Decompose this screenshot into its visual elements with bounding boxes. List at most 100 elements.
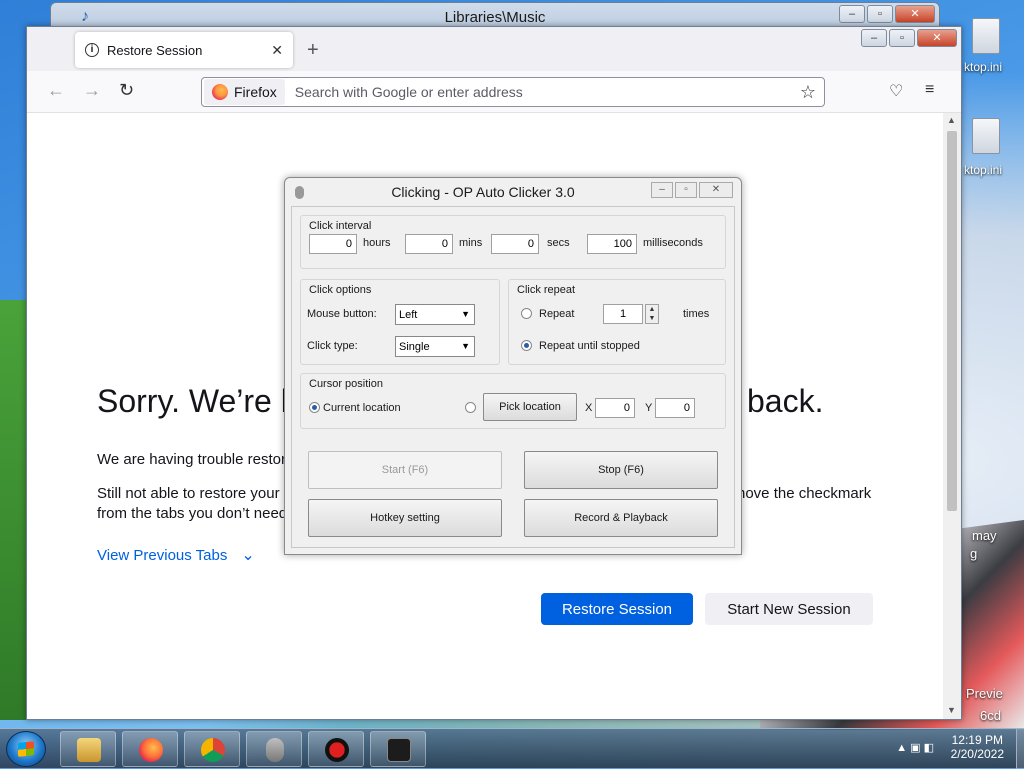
- back-arrow-icon[interactable]: ←: [47, 80, 65, 101]
- page-title-end: back.: [747, 383, 824, 419]
- taskbar-auto-clicker[interactable]: [246, 731, 302, 767]
- cursor-position-group: Cursor position Current location Pick lo…: [300, 373, 726, 429]
- repeat-until-stopped-label: Repeat until stopped: [539, 340, 640, 352]
- firefox-logo-icon: [139, 738, 163, 762]
- repeat-radio[interactable]: [521, 308, 532, 319]
- clock-date: 2/20/2022: [950, 747, 1004, 761]
- hamburger-menu-icon[interactable]: ≡: [925, 81, 934, 99]
- page-title: Sorry. We’re h: [97, 383, 299, 419]
- tab-bar: i Restore Session ✕ + – ▫ ✕: [27, 27, 961, 71]
- nav-bar: ← → ↻ Firefox ☆ ♡ ≡: [27, 71, 961, 113]
- taskbar-recorder[interactable]: [308, 731, 364, 767]
- mins-input[interactable]: 0: [405, 234, 453, 254]
- terminal-icon: [387, 738, 411, 762]
- maximize-button[interactable]: ▫: [867, 5, 893, 23]
- chevron-down-icon: ⌄: [241, 547, 255, 564]
- close-tab-icon[interactable]: ✕: [271, 42, 283, 59]
- secs-input[interactable]: 0: [491, 234, 539, 254]
- mouse-button-select[interactable]: Left ▼: [395, 304, 475, 325]
- clock[interactable]: 12:19 PM 2/20/2022: [951, 733, 1004, 761]
- maximize-button[interactable]: ▫: [675, 182, 697, 198]
- close-button[interactable]: ✕: [699, 182, 733, 198]
- maximize-button[interactable]: ▫: [889, 29, 915, 47]
- view-previous-tabs-link[interactable]: View Previous Tabs ⌄: [97, 545, 255, 565]
- desktop-partial-text: Previe: [966, 686, 1003, 701]
- page-scrollbar[interactable]: ▲ ▼: [943, 113, 961, 719]
- windows-logo-icon: [18, 741, 34, 757]
- info-icon: i: [85, 43, 99, 57]
- minimize-button[interactable]: –: [861, 29, 887, 47]
- start-new-session-button[interactable]: Start New Session: [705, 593, 873, 625]
- hotkey-setting-button[interactable]: Hotkey setting: [308, 499, 502, 537]
- tray-icons[interactable]: ▲ ▣ ◧: [896, 741, 934, 754]
- record-playback-button[interactable]: Record & Playback: [524, 499, 718, 537]
- click-type-label: Click type:: [307, 340, 358, 352]
- scroll-up-icon[interactable]: ▲: [947, 115, 956, 125]
- desktop-file-icon[interactable]: [972, 18, 1000, 54]
- repeat-spinner[interactable]: ▲ ▼: [645, 304, 659, 324]
- mins-label: mins: [459, 237, 483, 249]
- close-button[interactable]: ✕: [895, 5, 935, 23]
- mouse-button-value: Left: [399, 309, 418, 321]
- instruction-paragraph-line2: from the tabs you don’t need: [97, 505, 288, 522]
- pocket-icon[interactable]: ♡: [889, 81, 903, 101]
- show-desktop-button[interactable]: [1016, 729, 1024, 769]
- secs-label: secs: [547, 237, 570, 249]
- taskbar-firefox[interactable]: [122, 731, 178, 767]
- close-button[interactable]: ✕: [917, 29, 957, 47]
- click-repeat-group: Click repeat Repeat 1 ▲ ▼ times Repeat un…: [508, 279, 726, 365]
- minimize-button[interactable]: –: [839, 5, 865, 23]
- identity-badge[interactable]: Firefox: [204, 79, 285, 105]
- minimize-button[interactable]: –: [651, 182, 673, 198]
- repeat-until-stopped-radio[interactable]: [521, 340, 532, 351]
- dialog-titlebar[interactable]: Clicking - OP Auto Clicker 3.0 – ▫ ✕: [285, 178, 741, 206]
- error-paragraph: We are having trouble restor: [97, 451, 286, 468]
- click-type-value: Single: [399, 341, 430, 353]
- restore-session-button[interactable]: Restore Session: [541, 593, 693, 625]
- desktop-file-icon[interactable]: [972, 118, 1000, 154]
- scrollbar-thumb[interactable]: [947, 131, 957, 511]
- taskbar-explorer[interactable]: [60, 731, 116, 767]
- milliseconds-input[interactable]: 100: [587, 234, 637, 254]
- start-button[interactable]: [6, 731, 46, 767]
- pick-location-radio[interactable]: [465, 402, 476, 413]
- identity-badge-label: Firefox: [234, 84, 277, 100]
- group-label: Click interval: [309, 220, 372, 232]
- times-label: times: [683, 308, 710, 320]
- window-title: Libraries\Music: [444, 9, 546, 26]
- taskbar-chrome[interactable]: [184, 731, 240, 767]
- click-type-select[interactable]: Single ▼: [395, 336, 475, 357]
- tab-restore-session[interactable]: i Restore Session ✕: [75, 32, 293, 68]
- taskbar-app[interactable]: [370, 731, 426, 767]
- click-interval-group: Click interval 0 hours 0 mins 0 secs 100…: [300, 215, 726, 269]
- current-location-radio[interactable]: [309, 402, 320, 413]
- dialog-title: Clicking - OP Auto Clicker 3.0: [391, 184, 575, 200]
- clock-time: 12:19 PM: [951, 733, 1003, 747]
- click-options-group: Click options Mouse button: Left ▼ Click…: [300, 279, 500, 365]
- current-location-label: Current location: [323, 402, 401, 414]
- reload-icon[interactable]: ↻: [119, 80, 134, 101]
- hours-input[interactable]: 0: [309, 234, 357, 254]
- firefox-logo-icon: [212, 84, 228, 100]
- url-bar[interactable]: Firefox ☆: [201, 77, 825, 107]
- stop-button[interactable]: Stop (F6): [524, 451, 718, 489]
- desktop-partial-text: may: [972, 528, 997, 543]
- chrome-logo-icon: [201, 738, 225, 762]
- new-tab-icon[interactable]: +: [307, 39, 319, 62]
- forward-arrow-icon[interactable]: →: [83, 80, 101, 101]
- desktop-partial-text: 6cd: [980, 708, 1001, 723]
- address-input[interactable]: [284, 83, 800, 101]
- desktop-partial-text: g: [970, 546, 978, 561]
- bookmark-star-icon[interactable]: ☆: [800, 82, 816, 103]
- y-coordinate-input[interactable]: 0: [655, 398, 695, 418]
- group-label: Click repeat: [517, 284, 576, 296]
- scroll-down-icon[interactable]: ▼: [947, 705, 956, 715]
- x-label: X: [585, 402, 593, 414]
- instruction-paragraph: Still not able to restore your: [97, 485, 280, 502]
- repeat-count-input[interactable]: 1: [603, 304, 643, 324]
- x-coordinate-input[interactable]: 0: [595, 398, 635, 418]
- milliseconds-label: milliseconds: [643, 237, 703, 249]
- start-button[interactable]: Start (F6): [308, 451, 502, 489]
- y-label: Y: [645, 402, 653, 414]
- pick-location-button[interactable]: Pick location: [483, 393, 577, 421]
